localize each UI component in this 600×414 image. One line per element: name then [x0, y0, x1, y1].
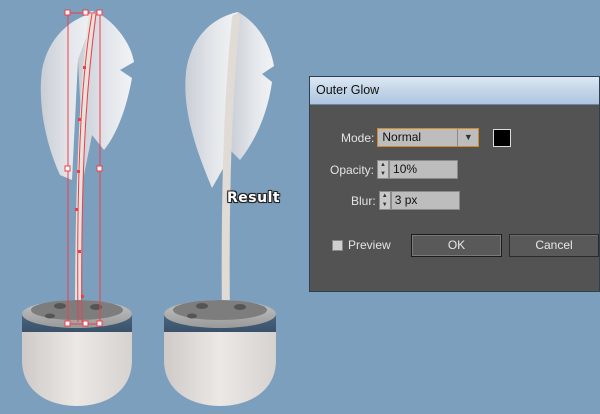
stepper-down-icon[interactable]: ▼	[382, 202, 388, 208]
blur-row: Blur: ▲ ▼ 3 px	[351, 191, 460, 210]
stepper-up-icon[interactable]: ▲	[380, 162, 386, 168]
ink-pot-right	[164, 300, 276, 406]
mode-select[interactable]: Normal ▼	[377, 128, 480, 147]
feather-left	[40, 11, 134, 325]
cancel-button[interactable]: Cancel	[509, 234, 599, 257]
stepper-up-icon[interactable]: ▲	[382, 193, 388, 199]
opacity-label: Opacity:	[330, 162, 375, 177]
dialog-title[interactable]: Outer Glow	[310, 77, 599, 105]
result-label: Result	[227, 190, 281, 206]
opacity-input[interactable]: 10%	[389, 160, 459, 179]
ok-button[interactable]: OK	[411, 234, 502, 257]
blur-label: Blur:	[351, 193, 376, 208]
chevron-down-icon[interactable]: ▼	[457, 129, 478, 146]
feather-right	[185, 12, 274, 326]
opacity-stepper[interactable]: ▲ ▼	[377, 160, 390, 179]
mode-label: Mode:	[341, 130, 375, 145]
mode-row: Mode: Normal ▼	[341, 128, 512, 147]
preview-label: Preview	[348, 238, 391, 252]
preview-checkbox[interactable]	[332, 239, 343, 251]
opacity-row: Opacity: ▲ ▼ 10%	[330, 160, 459, 179]
preview-row[interactable]: Preview	[332, 238, 391, 252]
stepper-down-icon[interactable]: ▼	[380, 171, 386, 177]
mode-value: Normal	[382, 130, 422, 144]
outer-glow-dialog: Outer Glow Mode: Normal ▼ Opacity: ▲ ▼ 10…	[309, 76, 600, 292]
blur-input[interactable]: 3 px	[390, 191, 460, 210]
glow-color-swatch[interactable]	[493, 128, 512, 147]
ink-pot-left	[22, 300, 132, 406]
blur-stepper[interactable]: ▲ ▼	[378, 191, 391, 210]
